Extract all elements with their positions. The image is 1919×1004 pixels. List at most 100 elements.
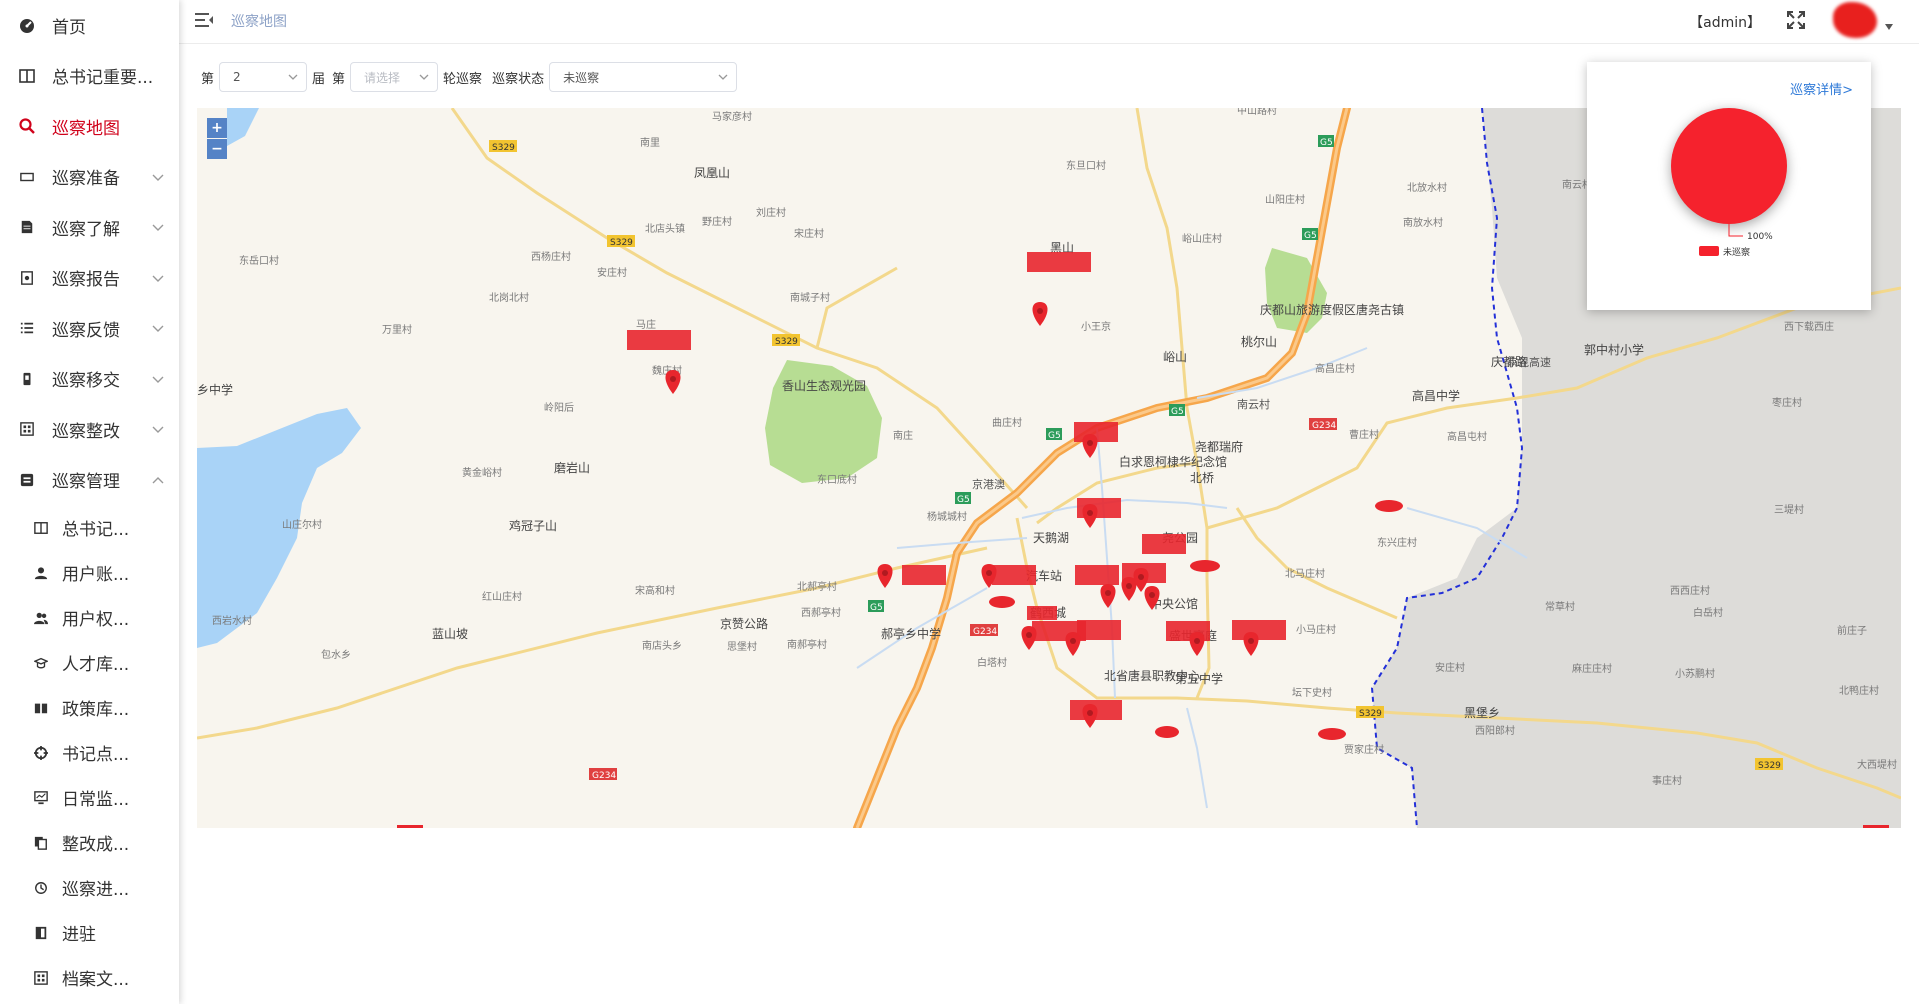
archive-icon: [34, 970, 48, 985]
sidebar-item-label: 总书记重要...: [52, 68, 154, 89]
redacted-label[interactable]: [902, 565, 946, 585]
pie-data-label: 100%: [1747, 232, 1773, 242]
search-icon: [18, 117, 36, 135]
sidebar-item-4[interactable]: 巡察了解: [0, 202, 179, 253]
avatar[interactable]: [1833, 2, 1877, 38]
redacted-label[interactable]: [1077, 620, 1121, 640]
map-label: 南放水村: [1403, 216, 1443, 229]
redacted-smudge: [1375, 500, 1403, 512]
svg-text:S329: S329: [1359, 709, 1382, 719]
sidebar-subitem-1[interactable]: 用户账...: [0, 550, 179, 595]
zoom-in-button[interactable]: +: [207, 118, 227, 138]
map-label: 北店头镇: [645, 222, 685, 235]
map-label: 小王京: [1081, 320, 1111, 333]
map-label: 万里村: [382, 323, 412, 336]
sidebar-item-9[interactable]: 巡察管理: [0, 455, 179, 506]
map-label: 尧都瑞府: [1195, 439, 1243, 454]
chevron-down-icon: [152, 275, 164, 282]
breadcrumb[interactable]: 巡察地图: [231, 11, 287, 31]
map-label: 鸡冠子山: [509, 518, 557, 533]
sidebar-subitem-5[interactable]: 书记点...: [0, 730, 179, 775]
svg-text:S329: S329: [492, 143, 515, 153]
map-label: 中山路村: [1237, 108, 1277, 117]
header-bar: 巡察地图 【admin】: [179, 0, 1919, 44]
svg-text:S329: S329: [775, 337, 798, 347]
menu-fold-icon[interactable]: [195, 12, 213, 28]
user-name[interactable]: 【admin】: [1689, 12, 1761, 32]
map-label: 高昌庄村: [1315, 362, 1355, 375]
sidebar-item-3[interactable]: 巡察准备: [0, 152, 179, 203]
round-select[interactable]: 请选择: [350, 62, 439, 92]
map-label: 西杨庄村: [531, 250, 571, 263]
sidebar-subitem-label: 书记点...: [62, 745, 130, 765]
sidebar-subitem-6[interactable]: 日常监...: [0, 775, 179, 820]
sidebar-subitem-4[interactable]: 政策库...: [0, 685, 179, 730]
pie-slice[interactable]: [1671, 108, 1787, 224]
sidebar-item-2[interactable]: 巡察地图: [0, 101, 179, 152]
sidebar-subitem-7[interactable]: 整改成...: [0, 820, 179, 865]
legend-swatch[interactable]: [1699, 246, 1719, 256]
redacted-smudge: [1318, 728, 1346, 740]
sidebar-subitem-2[interactable]: 用户权...: [0, 595, 179, 640]
document-icon: [18, 218, 36, 236]
map-pin-dot: [1087, 440, 1093, 446]
map-label: 黄金峪村: [462, 466, 502, 479]
redacted-label[interactable]: [1075, 565, 1119, 585]
sidebar-subitem-10[interactable]: 档案文...: [0, 955, 179, 1000]
sidebar-item-0[interactable]: 首页: [0, 0, 179, 51]
map-label: 磨岩山: [554, 460, 590, 475]
map-label: 郝亭乡中学: [881, 626, 941, 641]
sidebar-item-8[interactable]: 巡察整改: [0, 404, 179, 455]
redacted-label[interactable]: [992, 565, 1036, 585]
map-label: 第五中学: [1175, 671, 1223, 686]
map-label: 白求恩柯棣华纪念馆: [1119, 454, 1227, 469]
svg-text:S329: S329: [610, 238, 633, 248]
map-label: 安庄村: [597, 266, 627, 279]
map-label: 东岳口村: [239, 254, 279, 267]
fullscreen-icon[interactable]: [1787, 11, 1805, 29]
map-label: 马庄: [636, 318, 656, 331]
map-label: 包水乡: [321, 648, 351, 661]
book-icon: [34, 701, 48, 715]
map-label: 马家彦村: [712, 110, 752, 123]
sidebar-subitem-3[interactable]: 人才库...: [0, 640, 179, 685]
redacted-label[interactable]: [1027, 606, 1057, 620]
sidebar-item-label: 巡察整改: [52, 421, 120, 442]
chevron-down-icon: [152, 325, 164, 333]
sidebar-item-5[interactable]: 巡察报告: [0, 253, 179, 304]
list-icon: [18, 319, 36, 337]
label-di2: 第: [332, 71, 346, 87]
chevron-down-icon: [152, 174, 164, 181]
card-icon: [18, 168, 36, 186]
map-label: 蓝山坡: [432, 627, 468, 641]
map-label: 东旦口村: [1066, 159, 1106, 172]
sidebar-subitem-8[interactable]: 巡察进...: [0, 865, 179, 910]
sidebar-item-label: 巡察地图: [52, 118, 120, 139]
map-pin-dot: [1087, 710, 1093, 716]
map-label: 南城子村: [790, 291, 830, 304]
sidebar-item-7[interactable]: 巡察移交: [0, 354, 179, 405]
columns-icon: [18, 67, 36, 85]
redacted-label[interactable]: [1232, 620, 1286, 640]
sidebar-subitem-0[interactable]: 总书记...: [0, 505, 179, 550]
map-label: 小苏鹏村: [1675, 667, 1715, 680]
session-select[interactable]: 2: [219, 62, 308, 92]
redacted-label[interactable]: [1027, 252, 1091, 272]
sidebar-subitem-9[interactable]: 进驻: [0, 910, 179, 955]
legend-label[interactable]: 未巡察: [1723, 246, 1750, 258]
sidebar-item-6[interactable]: 巡察反馈: [0, 303, 179, 354]
map-label: 大西堤村: [1857, 758, 1897, 771]
status-select-value: 未巡察: [563, 70, 600, 85]
sidebar-item-1[interactable]: 总书记重要...: [0, 51, 179, 102]
redacted-label[interactable]: [627, 330, 691, 350]
caret-down-icon[interactable]: [1885, 24, 1893, 30]
map-pin-dot: [1070, 638, 1076, 644]
zoom-out-button[interactable]: −: [207, 139, 227, 159]
status-select[interactable]: 未巡察: [549, 62, 738, 92]
redacted-label[interactable]: [1142, 534, 1186, 554]
label-jie: 届: [312, 71, 326, 87]
map-label: 天鹅湖: [1033, 530, 1069, 545]
map-label: 高昌屯村: [1447, 430, 1487, 443]
sidebar-subitem-label: 政策库...: [62, 700, 130, 720]
map-label: 香山生态观光园: [782, 379, 866, 393]
